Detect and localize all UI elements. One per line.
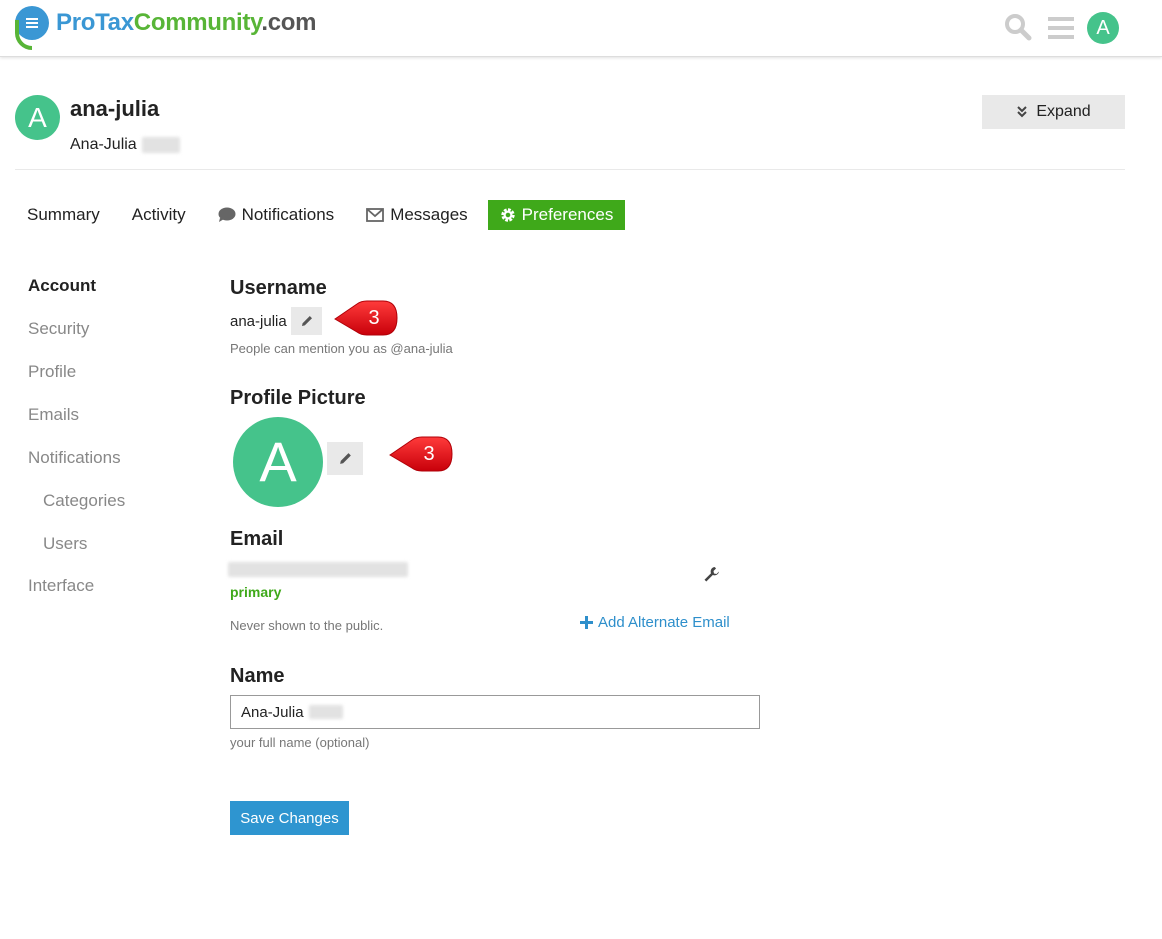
sidenav-item-profile[interactable]: Profile [28,362,76,382]
logo-text-part1: ProTax [56,9,134,36]
logo-text: ProTaxCommunity.com [56,11,316,35]
tab-notifications-label: Notifications [241,205,335,224]
pencil-icon [339,453,351,464]
primary-email-badge: primary [230,584,282,600]
name-title: Name [230,665,285,687]
header-divider [15,169,1125,170]
sidenav-item-account[interactable]: Account [28,276,96,296]
edit-username-button[interactable] [291,307,322,335]
add-alternate-email-label: Add Alternate Email [598,614,730,631]
user-username: ana-julia [70,96,160,121]
header-avatar[interactable]: A [1087,12,1119,44]
chat-bubble-icon [218,207,236,222]
pencil-icon [301,316,312,326]
profile-picture-title: Profile Picture [230,387,366,409]
double-chevron-down-icon [1017,106,1028,118]
sidenav-item-users[interactable]: Users [43,534,87,554]
wrench-icon[interactable] [703,566,720,588]
edit-profile-picture-button[interactable] [327,442,363,475]
sidenav-item-interface[interactable]: Interface [28,576,94,596]
tab-activity-label: Activity [131,205,186,224]
name-input-value: Ana-Julia [241,703,304,721]
profile-tabs: Summary Activity Notifications Messages … [15,200,626,230]
tab-messages-label: Messages [390,205,468,224]
tab-preferences[interactable]: Preferences [487,200,626,230]
name-hint: your full name (optional) [230,735,370,750]
tab-summary[interactable]: Summary [15,200,112,230]
sidenav-item-emails[interactable]: Emails [28,405,79,425]
email-hint: Never shown to the public. [230,618,384,633]
callout-number-profile-picture: 3 [423,442,435,465]
sidenav-item-categories[interactable]: Categories [43,491,125,511]
top-header: ProTaxCommunity.com A [0,0,1162,57]
username-value: ana-julia [230,313,287,330]
tab-notifications[interactable]: Notifications [206,200,347,230]
username-hint: People can mention you as @ana-julia [230,341,453,356]
hamburger-icon[interactable] [1048,16,1074,45]
email-title: Email [230,528,284,550]
logo-text-part2: Community [133,9,262,36]
redacted-surname-input [308,705,343,719]
user-full-name-text: Ana-Julia [70,136,137,153]
user-avatar[interactable]: A [15,95,60,140]
expand-button-label: Expand [1036,103,1091,120]
user-full-name: Ana-Julia [70,136,180,154]
redacted-surname [141,137,180,153]
name-input[interactable]: Ana-Julia [230,695,760,729]
tab-messages[interactable]: Messages [354,200,479,230]
logo-text-part3: .com [261,9,317,36]
add-alternate-email-link[interactable]: Add Alternate Email [580,614,730,631]
gear-icon [500,208,515,222]
plus-icon [580,616,593,629]
search-icon[interactable] [1004,13,1032,46]
annotation-callout-username: 3 [333,299,399,337]
tab-preferences-label: Preferences [521,205,614,224]
annotation-callout-profile-picture: 3 [388,435,454,473]
save-changes-button[interactable]: Save Changes [230,801,349,835]
profile-picture-avatar: A [233,417,323,507]
envelope-icon [366,208,385,222]
sidenav-item-security[interactable]: Security [28,319,89,339]
tab-summary-label: Summary [27,205,100,224]
logo-icon [15,6,49,50]
redacted-email [228,562,408,577]
site-logo[interactable]: ProTaxCommunity.com [15,6,316,50]
callout-number-username: 3 [368,306,380,329]
expand-button[interactable]: Expand [982,95,1125,129]
tab-activity[interactable]: Activity [120,200,198,230]
username-title: Username [230,277,327,299]
sidenav-item-notifications[interactable]: Notifications [28,448,121,468]
